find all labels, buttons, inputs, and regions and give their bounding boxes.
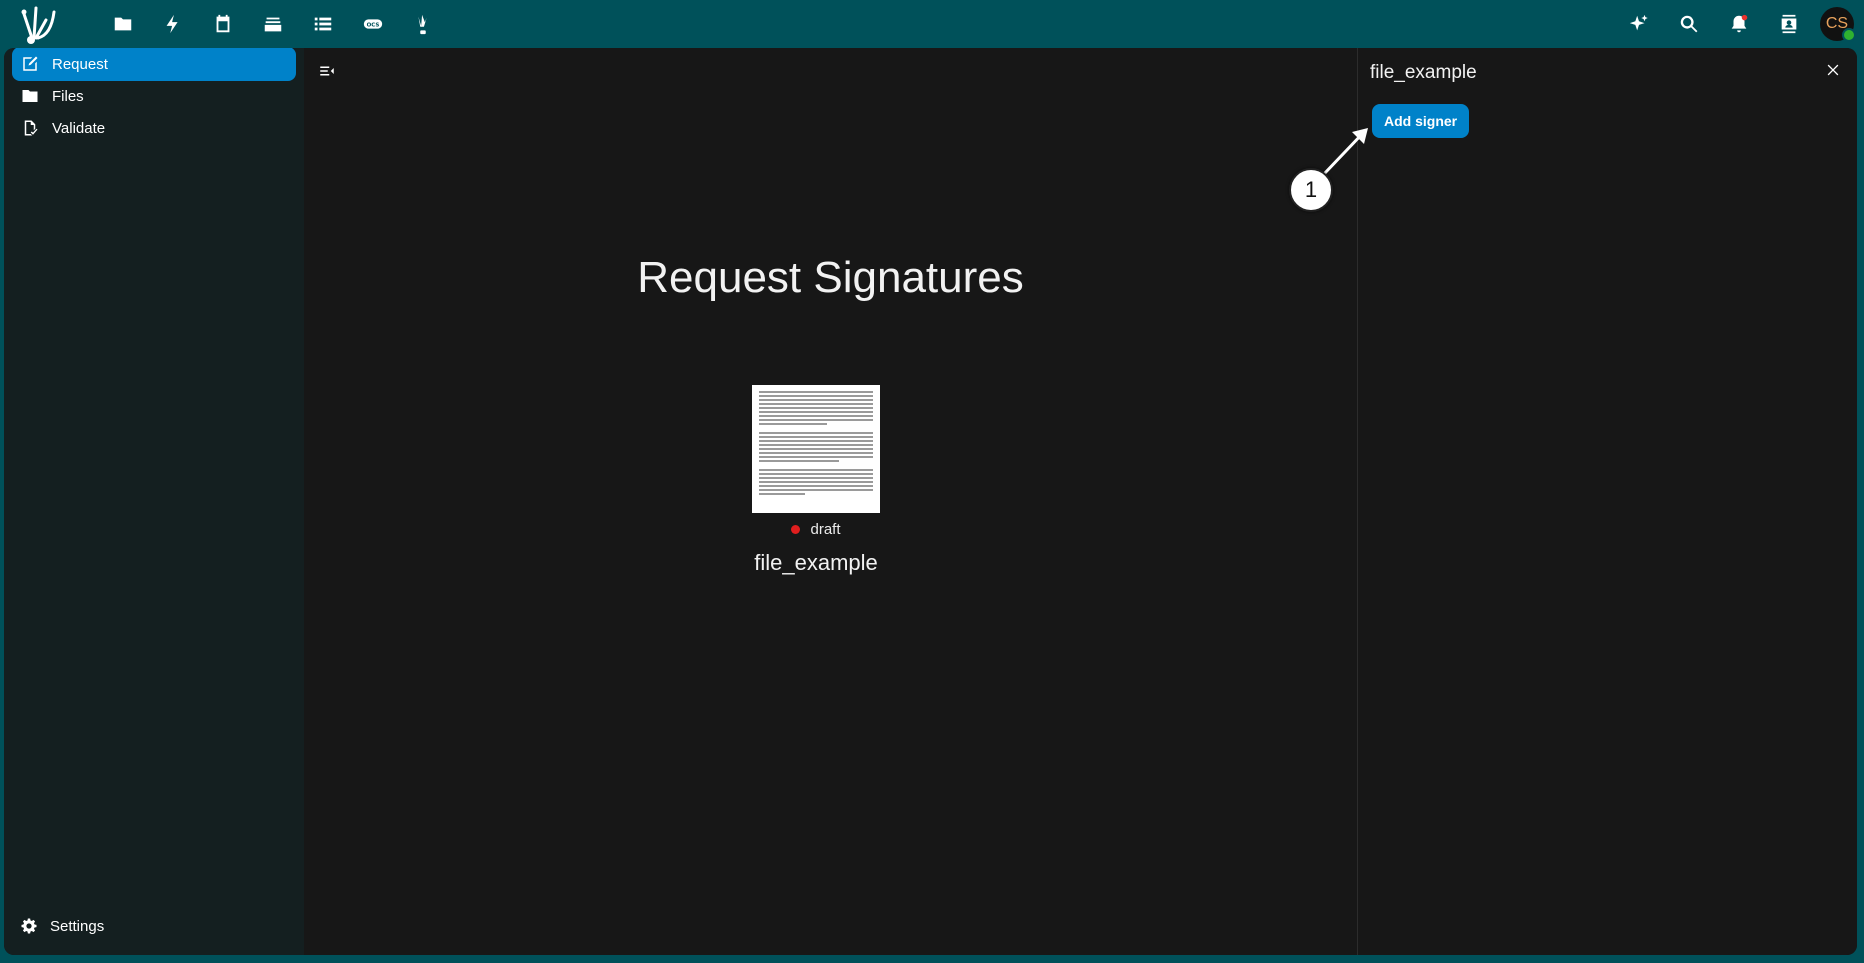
close-panel-button[interactable] [1825,62,1843,80]
header-actions: CS [1614,0,1864,48]
sidebar-item-label: Request [52,55,108,73]
lightning-icon [166,14,178,34]
validate-icon [20,118,40,138]
app-navigation: Request Files Validate Settings [4,48,304,955]
app-menu: OCS [98,0,448,48]
ocs-icon: OCS [363,19,383,29]
deck-app-button[interactable] [248,0,298,48]
status-dot [791,525,801,534]
user-avatar[interactable]: CS [1820,7,1856,42]
search-icon [1680,15,1698,33]
navigation-toggle-button[interactable] [318,62,338,82]
status-label: draft [810,521,841,538]
contacts-icon [1781,14,1797,34]
app-logo[interactable] [16,2,66,46]
settings-label: Settings [50,917,105,935]
calendar-icon [216,14,230,33]
contacts-button[interactable] [1764,0,1814,48]
sidebar-item-label: Validate [52,119,106,137]
bell-icon [1731,14,1748,33]
sparkle-icon [1629,14,1648,31]
settings-button[interactable]: Settings [12,909,104,943]
callout-number: 1 [1304,177,1318,202]
notifications-button[interactable] [1714,0,1764,48]
annotation-callout: 1 [1289,168,1333,212]
calendar-app-button[interactable] [198,0,248,48]
top-bar: OCS CS [0,0,1864,48]
menu-collapse-icon [320,66,334,76]
assistant-button[interactable] [1614,0,1664,48]
file-thumbnail[interactable] [752,385,880,513]
list-icon [314,17,332,31]
main-content: Request Signatures draft file_example [304,48,1357,955]
activity-app-button[interactable] [148,0,198,48]
file-status: draft [736,521,896,538]
svg-text:OCS: OCS [367,22,380,28]
sidebar-item-label: Files [52,87,84,105]
folder-icon [114,17,132,31]
stack-icon [264,17,282,32]
file-card[interactable]: draft file_example [736,385,896,576]
request-icon [20,54,40,74]
panel-title: file_example [1370,62,1477,83]
sidebar-item-files[interactable]: Files [12,79,296,113]
libresign-app-button[interactable] [398,0,448,48]
tasks-app-button[interactable] [298,0,348,48]
sidebar-item-validate[interactable]: Validate [12,111,296,145]
sidebar-panel: file_example Add signer [1357,48,1857,955]
files-app-button[interactable] [98,0,148,48]
gear-icon [21,918,37,934]
close-icon [1827,64,1839,76]
folder-icon [20,86,40,106]
app-content-frame: Request Files Validate Settings Request … [4,48,1857,955]
search-button[interactable] [1664,0,1714,48]
sidebar-item-request[interactable]: Request [12,48,296,81]
page-title: Request Signatures [637,253,1024,302]
file-name: file_example [754,550,878,575]
online-status-indicator [1842,28,1856,42]
libresign-icon [418,14,427,35]
add-signer-button[interactable]: Add signer [1372,104,1470,138]
annotation-arrow [1322,128,1368,176]
ocs-app-button[interactable]: OCS [348,0,398,48]
